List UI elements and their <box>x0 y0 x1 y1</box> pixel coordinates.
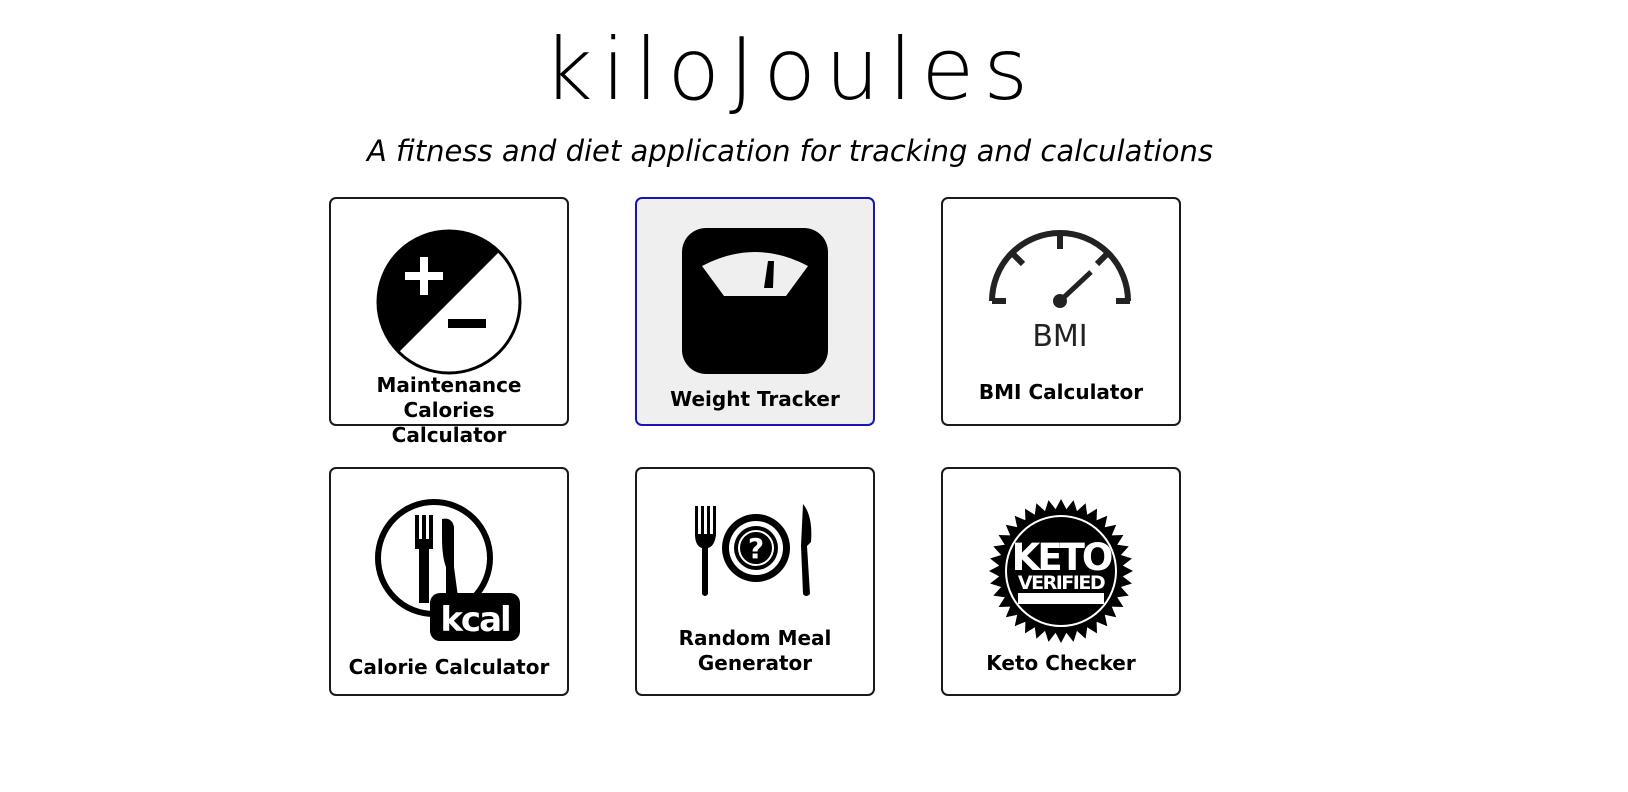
gauge-text: BMI <box>1032 319 1087 354</box>
card-label-line: BMI Calculator <box>978 380 1144 404</box>
card-label-line: Maintenance Calories <box>376 373 522 422</box>
bmi-calculator-card[interactable]: BMI BMI Calculator <box>941 197 1181 426</box>
verified-text: VERIFIED <box>1018 572 1105 594</box>
card-label: Weight Tracker <box>637 387 873 412</box>
card-label-line: Random Meal <box>678 626 832 650</box>
random-meal-generator-card[interactable]: ? Random Meal Generator <box>635 467 875 696</box>
card-label-line: Keto Checker <box>986 651 1136 675</box>
fork-knife-kcal-icon: kcal <box>375 499 520 641</box>
keto-badge-icon: KETO VERIFIED <box>989 499 1133 643</box>
feature-grid: Maintenance Calories Calculator Weight T… <box>0 0 1628 792</box>
gauge-icon: BMI <box>989 230 1131 354</box>
card-label: Keto Checker <box>943 651 1179 676</box>
plus-minus-icon <box>376 229 522 375</box>
calorie-calculator-card[interactable]: kcal Calorie Calculator <box>329 467 569 696</box>
kcal-text: kcal <box>440 600 509 640</box>
card-label-line: Calculator <box>391 423 507 447</box>
card-label: Maintenance Calories Calculator <box>331 373 567 448</box>
weight-tracker-card[interactable]: Weight Tracker <box>635 197 875 426</box>
home-page: kiloJoules A fitness and diet applicatio… <box>0 0 1628 792</box>
card-label: Calorie Calculator <box>331 655 567 680</box>
card-label: Random Meal Generator <box>637 626 873 676</box>
keto-checker-card[interactable]: KETO VERIFIED Keto Checker <box>941 467 1181 696</box>
card-label: BMI Calculator <box>943 380 1179 405</box>
plate-question-icon: ? <box>695 504 812 596</box>
card-label-line: Calorie Calculator <box>348 655 550 679</box>
card-label-line: Weight Tracker <box>670 387 840 411</box>
scale-icon <box>682 228 828 374</box>
card-label-line: Generator <box>697 651 813 675</box>
question-mark-text: ? <box>748 532 764 565</box>
maintenance-calories-card[interactable]: Maintenance Calories Calculator <box>329 197 569 447</box>
